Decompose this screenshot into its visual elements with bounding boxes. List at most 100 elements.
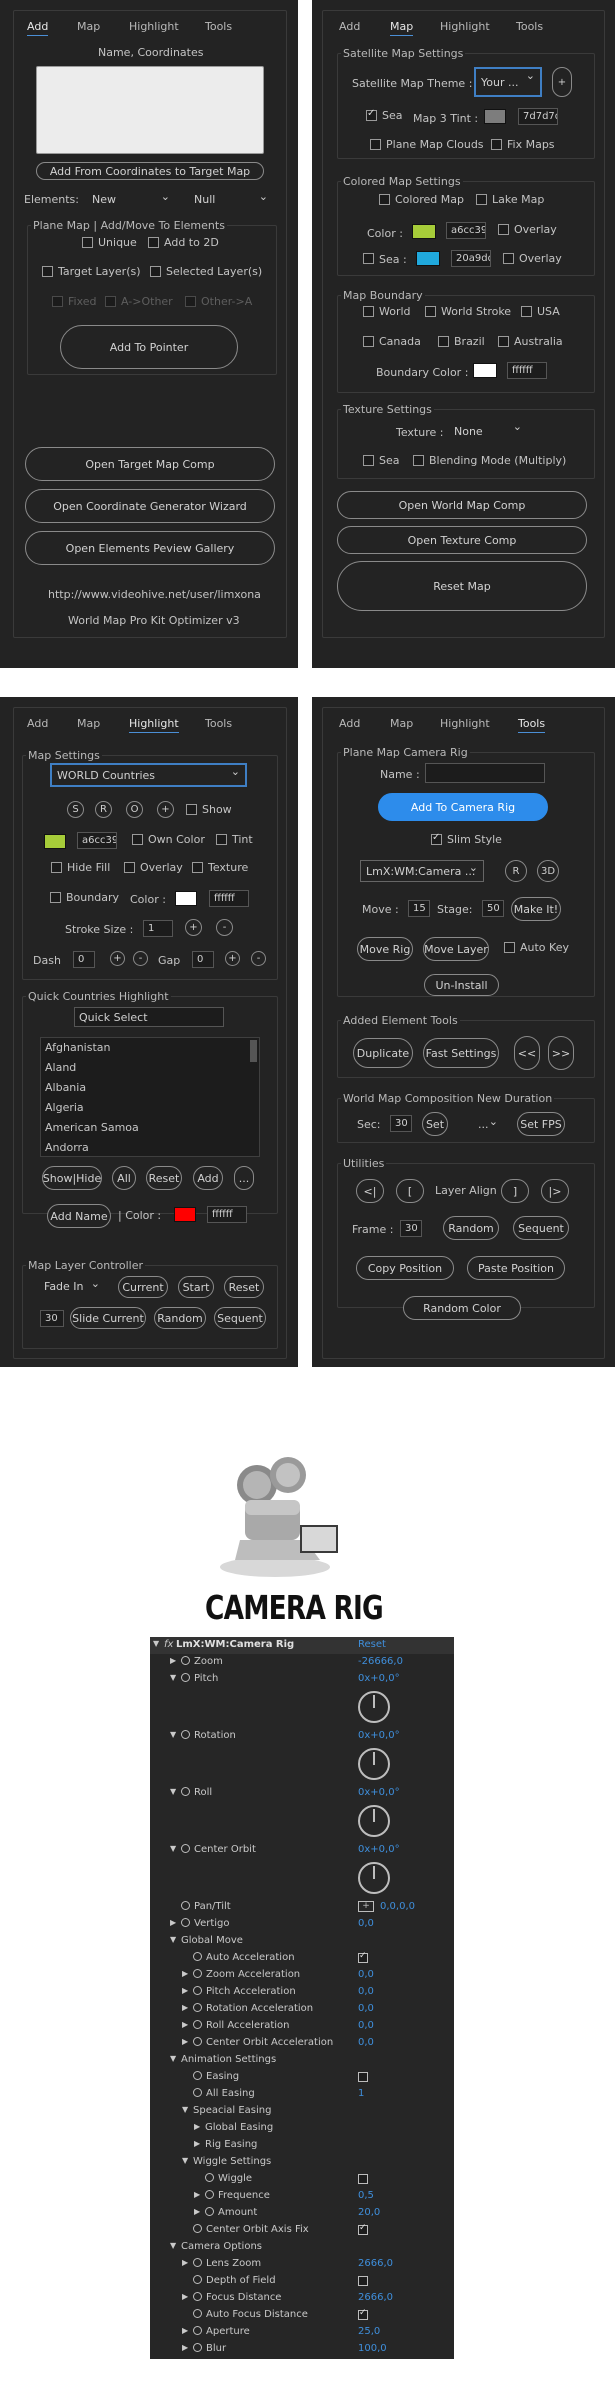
property-value[interactable]: 0,0 bbox=[358, 2003, 374, 2014]
stopwatch-icon[interactable] bbox=[193, 2309, 202, 2318]
property-value[interactable]: 2666,0 bbox=[358, 2292, 393, 2303]
copy-position-button[interactable]: Copy Position bbox=[356, 1256, 454, 1280]
move-rig-button[interactable]: Move Rig bbox=[357, 937, 413, 961]
colored-map-checkbox[interactable] bbox=[379, 194, 390, 205]
add-to-2d-checkbox[interactable] bbox=[148, 237, 159, 248]
property-value[interactable]: 0x+0,0° bbox=[358, 1730, 400, 1741]
effect-property-row[interactable]: ▼ Animation Settings bbox=[150, 2052, 454, 2069]
effect-property-row[interactable]: ▶ Rig Easing bbox=[150, 2137, 454, 2154]
plane-clouds-checkbox[interactable] bbox=[370, 139, 381, 150]
sat-theme-dropdown[interactable]: Your ... bbox=[474, 67, 542, 97]
stopwatch-icon[interactable] bbox=[181, 1918, 190, 1927]
tab-highlight[interactable]: Highlight bbox=[440, 20, 490, 33]
open-elements-button[interactable]: Open Elements Peview Gallery bbox=[25, 531, 275, 565]
current-button[interactable]: Current bbox=[118, 1276, 168, 1298]
property-value[interactable]: 100,0 bbox=[358, 2343, 387, 2354]
tab-tools[interactable]: Tools bbox=[518, 717, 546, 733]
r-button[interactable]: R bbox=[505, 860, 527, 882]
expand-icon[interactable]: ▶ bbox=[182, 2003, 188, 2012]
effect-property-row[interactable]: Depth of Field bbox=[150, 2273, 454, 2290]
align-last-button[interactable]: |> bbox=[541, 1179, 569, 1203]
dash-field[interactable]: 0 bbox=[73, 951, 95, 968]
property-value[interactable]: 1 bbox=[358, 2088, 364, 2099]
property-value[interactable]: 20,0 bbox=[358, 2207, 380, 2218]
elements-type-dropdown[interactable]: Null bbox=[188, 189, 274, 209]
collapse-icon[interactable]: ▼ bbox=[182, 2105, 188, 2114]
collapse-icon[interactable]: ▼ bbox=[182, 2156, 188, 2165]
author-url[interactable]: http://www.videohive.net/user/limxona bbox=[48, 588, 261, 601]
reset-button[interactable]: Reset bbox=[146, 1166, 182, 1190]
crosshair-icon[interactable]: + bbox=[358, 1901, 374, 1912]
effect-property-row[interactable]: ▶ Frequence 0,5 bbox=[150, 2188, 454, 2205]
sat-add-button[interactable]: + bbox=[552, 67, 572, 97]
sec-field[interactable]: 30 bbox=[390, 1115, 412, 1132]
effect-property-row[interactable]: ▶ Aperture 25,0 bbox=[150, 2324, 454, 2341]
expand-icon[interactable]: ▶ bbox=[182, 1986, 188, 1995]
reset-map-button[interactable]: Reset Map bbox=[337, 561, 587, 611]
name-color-hex[interactable]: ffffff bbox=[207, 1206, 247, 1223]
uninstall-button[interactable]: Un-Install bbox=[424, 974, 499, 996]
effect-property-row[interactable]: Wiggle bbox=[150, 2171, 454, 2188]
stopwatch-icon[interactable] bbox=[193, 2292, 202, 2301]
effect-property-row[interactable]: ▶ Zoom Acceleration 0,0 bbox=[150, 1967, 454, 1984]
stopwatch-icon[interactable] bbox=[193, 2258, 202, 2267]
start-button[interactable]: Start bbox=[178, 1276, 214, 1298]
property-value[interactable]: 0,5 bbox=[358, 2190, 374, 2201]
selected-layers-checkbox[interactable] bbox=[150, 266, 161, 277]
name-color-swatch[interactable] bbox=[174, 1207, 196, 1222]
collapse-icon[interactable]: ▼ bbox=[153, 1639, 159, 1648]
brazil-checkbox[interactable] bbox=[438, 336, 449, 347]
r-button[interactable]: R bbox=[95, 801, 112, 818]
rig-name-field[interactable] bbox=[425, 763, 545, 783]
effect-property-row[interactable]: ▼ Center Orbit 0x+0,0° bbox=[150, 1842, 454, 1859]
tab-add[interactable]: Add bbox=[339, 717, 360, 730]
own-color-checkbox[interactable] bbox=[132, 834, 143, 845]
angle-dial[interactable] bbox=[358, 1748, 390, 1780]
overlay-checkbox[interactable] bbox=[498, 224, 509, 235]
effect-property-row[interactable]: Auto Focus Distance bbox=[150, 2307, 454, 2324]
list-item[interactable]: Aland bbox=[45, 1061, 76, 1074]
effect-property-row[interactable]: ▶ Focus Distance 2666,0 bbox=[150, 2290, 454, 2307]
effect-property-row[interactable]: ▶ Roll Acceleration 0,0 bbox=[150, 2018, 454, 2035]
tab-tools[interactable]: Tools bbox=[205, 20, 232, 33]
expand-icon[interactable]: ▶ bbox=[170, 1656, 176, 1665]
move-field[interactable]: 15 bbox=[408, 900, 430, 917]
stopwatch-icon[interactable] bbox=[193, 2343, 202, 2352]
lake-map-checkbox[interactable] bbox=[476, 194, 487, 205]
fast-settings-button[interactable]: Fast Settings bbox=[423, 1038, 499, 1068]
usa-checkbox[interactable] bbox=[521, 306, 532, 317]
angle-dial[interactable] bbox=[358, 1691, 390, 1723]
collapse-icon[interactable]: ▼ bbox=[170, 1730, 176, 1739]
reset2-button[interactable]: Reset bbox=[224, 1276, 264, 1298]
property-value[interactable]: 2666,0 bbox=[358, 2258, 393, 2269]
move-layer-button[interactable]: Move Layer bbox=[423, 937, 489, 961]
effect-property-row[interactable]: ▶ Blur 100,0 bbox=[150, 2341, 454, 2358]
map3-tint-swatch[interactable] bbox=[484, 109, 506, 124]
unique-checkbox[interactable] bbox=[82, 237, 93, 248]
effect-property-row[interactable]: ▶ Global Easing bbox=[150, 2120, 454, 2137]
tab-map[interactable]: Map bbox=[390, 20, 414, 36]
plus-button[interactable]: + bbox=[157, 801, 174, 818]
effect-property-row[interactable]: Pan/Tilt +0,0,0,0 bbox=[150, 1899, 454, 1916]
effect-property-row[interactable]: Easing bbox=[150, 2069, 454, 2086]
expand-icon[interactable]: ▶ bbox=[170, 1918, 176, 1927]
boundary-swatch[interactable] bbox=[473, 363, 497, 378]
property-value[interactable]: 25,0 bbox=[358, 2326, 380, 2337]
set-fps-button[interactable]: Set FPS bbox=[517, 1112, 565, 1136]
frame-field[interactable]: 30 bbox=[400, 1220, 422, 1237]
collapse-icon[interactable]: ▼ bbox=[170, 1935, 176, 1944]
property-checkbox[interactable] bbox=[358, 2223, 368, 2235]
property-value[interactable]: 0,0 bbox=[358, 2020, 374, 2031]
boundary-checkbox[interactable] bbox=[50, 892, 61, 903]
add-button[interactable]: Add bbox=[193, 1166, 223, 1190]
collapse-icon[interactable]: ▼ bbox=[170, 1787, 176, 1796]
stopwatch-icon[interactable] bbox=[181, 1673, 190, 1682]
stopwatch-icon[interactable] bbox=[193, 2071, 202, 2080]
effect-property-row[interactable]: ▼ Pitch 0x+0,0° bbox=[150, 1671, 454, 1688]
add-to-pointer-button[interactable]: Add To Pointer bbox=[60, 325, 238, 369]
stopwatch-icon[interactable] bbox=[193, 1986, 202, 1995]
effect-property-row[interactable]: All Easing 1 bbox=[150, 2086, 454, 2103]
tab-highlight[interactable]: Highlight bbox=[129, 20, 179, 33]
effect-header[interactable]: ▼ fx LmX:WM:Camera Rig Reset bbox=[150, 1637, 454, 1654]
collapse-icon[interactable]: ▼ bbox=[170, 1844, 176, 1853]
